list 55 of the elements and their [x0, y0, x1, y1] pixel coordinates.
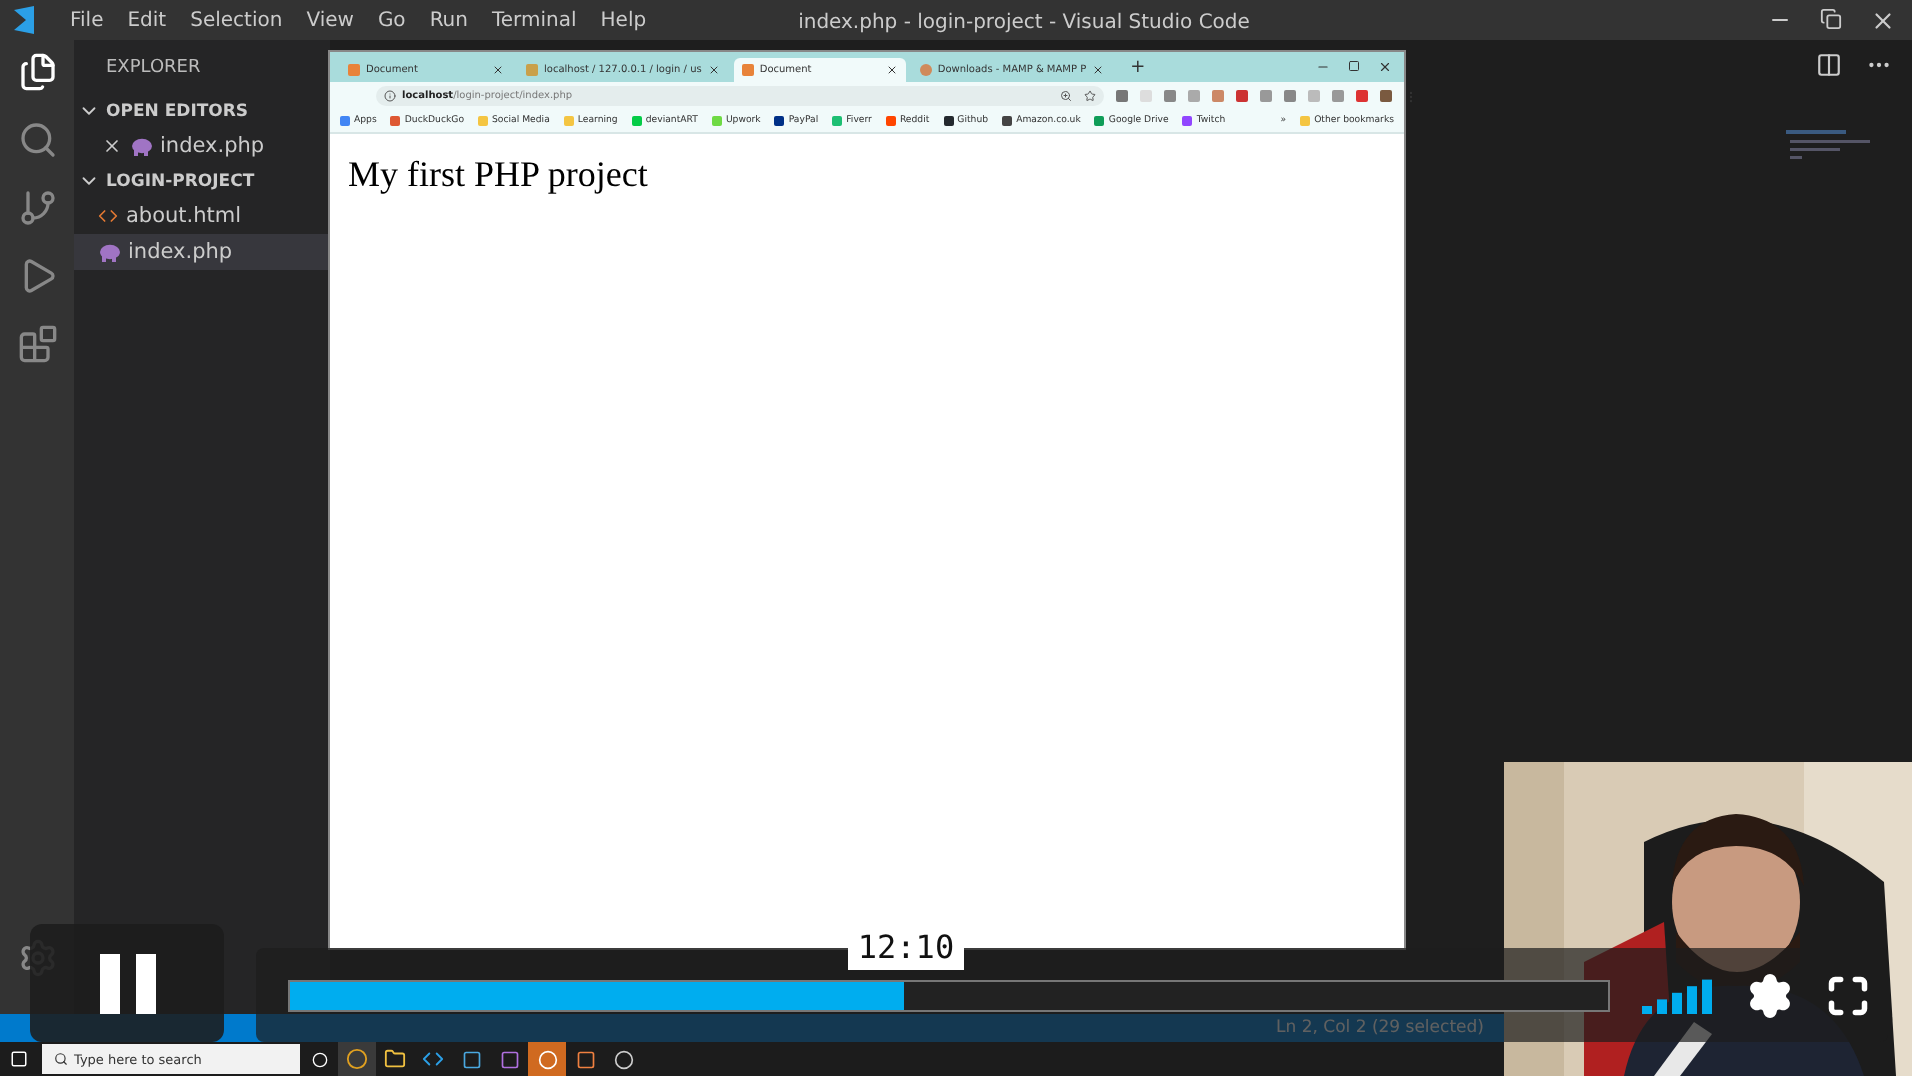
window-title: index.php - login-project - Visual Studio Code	[798, 11, 1250, 33]
menu-item[interactable]: Go	[365, 9, 418, 31]
split-editor-icon[interactable]	[1816, 52, 1842, 78]
section-header[interactable]: OPEN EDITORS	[106, 101, 249, 121]
section-header[interactable]: LOGIN-PROJECT	[106, 171, 255, 191]
close-icon[interactable]	[1092, 64, 1105, 76]
menu-item[interactable]: Edit	[115, 9, 179, 31]
fullscreen-button[interactable]	[1826, 973, 1870, 1017]
maximize-icon[interactable]	[1348, 60, 1360, 72]
menu-item[interactable]: Selection	[178, 9, 295, 31]
explorer-entry[interactable]: about.html	[74, 198, 330, 234]
quality-button[interactable]	[1642, 977, 1714, 1013]
extensions-icon[interactable]	[17, 324, 57, 364]
explorer-entry[interactable]: index.php	[74, 234, 330, 270]
menu-item[interactable]: Run	[417, 9, 480, 31]
windows-start-icon[interactable]	[10, 1050, 28, 1068]
close-icon[interactable]	[102, 136, 122, 156]
editor-icon[interactable]	[422, 1048, 444, 1070]
fullscreen-icon	[1826, 973, 1870, 1017]
tab-favicon-icon	[741, 64, 754, 76]
tab-favicon-icon	[526, 64, 538, 76]
pause-button[interactable]	[30, 924, 224, 1042]
pause-icon	[99, 953, 155, 1013]
elephant-icon	[130, 137, 152, 155]
new-tab-button[interactable]: +	[1130, 57, 1146, 77]
info-icon	[384, 90, 396, 102]
browser-icon[interactable]	[346, 1048, 368, 1070]
sidebar-title: EXPLORER	[104, 55, 203, 81]
star-icon[interactable]	[1084, 90, 1096, 102]
close-icon[interactable]	[1870, 7, 1896, 33]
zoom-icon[interactable]	[1060, 90, 1072, 102]
folder-icon[interactable]	[384, 1048, 406, 1070]
signal-bars-icon	[1642, 977, 1714, 1013]
search-icon[interactable]	[17, 120, 57, 160]
code-icon	[98, 206, 118, 226]
menu-item[interactable]: File	[58, 9, 116, 31]
restore-icon[interactable]	[1820, 7, 1842, 29]
progress-bar[interactable]	[288, 979, 1610, 1011]
search-icon	[54, 1052, 68, 1066]
files-icon[interactable]	[17, 52, 57, 92]
menu-item[interactable]: Terminal	[480, 9, 589, 31]
close-icon[interactable]	[885, 64, 898, 76]
explorer-entry[interactable]: index.php	[74, 128, 330, 164]
close-icon[interactable]	[492, 64, 504, 76]
elephant-icon	[98, 243, 120, 261]
page-heading: My first PHP project	[348, 154, 650, 196]
menu-item[interactable]: View	[294, 9, 366, 31]
tab-favicon-icon	[919, 64, 932, 76]
tab-favicon-icon	[348, 64, 360, 76]
menu-item[interactable]: Help	[588, 9, 659, 31]
branch-icon[interactable]	[17, 188, 57, 228]
close-icon[interactable]	[1378, 60, 1392, 74]
task-view-icon[interactable]	[311, 1051, 327, 1067]
close-icon[interactable]	[707, 64, 720, 76]
vscode-logo-icon	[12, 6, 36, 34]
